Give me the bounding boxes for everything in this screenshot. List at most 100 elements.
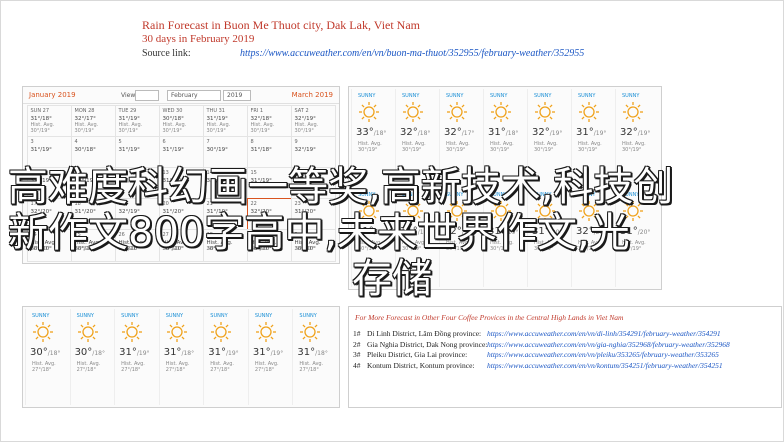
more-forecast-row: 4# Kontum District, Kontum province: https… <box>353 361 777 372</box>
source-line: Source link: https://www.accuweather.com/… <box>142 47 584 60</box>
source-label: Source link: <box>142 48 191 59</box>
overlay-line-2: 新作文800字高中,未来世界作文,光 <box>8 210 630 256</box>
forecast-hist-avg: Hist. Avg. 27°/18° <box>210 361 235 373</box>
forecast-high-temp: 31°/19° <box>208 347 239 358</box>
forecast-day[interactable]: SUNNY 31°/18° Hist. Avg. 27°/18° <box>292 309 337 405</box>
calendar-day-avg: Hist. Avg. 30°/19° <box>250 121 275 134</box>
year-select[interactable]: 2019 <box>223 90 251 101</box>
next-month-link[interactable]: March 2019 <box>292 91 333 99</box>
sunny-icon <box>255 322 276 342</box>
calendar-day-number: 6 <box>162 138 166 145</box>
forecast-high-temp: 31°/19° <box>252 347 284 358</box>
calendar-day-number: SAT 2 <box>294 107 309 114</box>
page-title: Rain Forecast in Buon Me Thuot city, Dak… <box>142 18 421 32</box>
forecast-hist-avg: Hist. Avg. 27°/18° <box>121 361 145 373</box>
forecast-day[interactable]: SUNNY 30°/18° Hist. Avg. 27°/18° <box>25 309 70 405</box>
forecast-low-temp: /19° <box>593 130 607 137</box>
row-number: 3# <box>353 350 361 359</box>
forecast-high-temp: 31°/19° <box>576 127 607 138</box>
sunny-icon <box>403 102 423 122</box>
calendar-day-cell[interactable]: THU 31 31°/19° Hist. Avg. 30°/19° <box>202 104 248 137</box>
forecast-low-temp: /18° <box>181 350 195 357</box>
calendar-day-cell[interactable]: SAT 2 32°/19° Hist. Avg. 30°/19° <box>290 104 336 137</box>
calendar-day-avg: Hist. Avg. 30°/19° <box>118 121 143 134</box>
calendar-day-number: 9 <box>294 138 298 145</box>
forecast-high-temp: 30°/18° <box>74 347 105 358</box>
more-forecast-row: 1# Di Linh District, Lâm Đồng province: ht… <box>353 329 777 340</box>
calendar-day-avg: Hist. Avg. 30°/19° <box>206 121 231 134</box>
calendar-day-number: 3 <box>30 138 34 145</box>
forecast-low-temp: /19° <box>270 350 284 357</box>
district-link[interactable]: https://www.accuweather.com/en/vn/di-lin… <box>487 329 721 340</box>
more-forecast-panel: For More Forecast in Other Four Coffee P… <box>348 306 782 408</box>
overlay-line-3: 存储 <box>352 256 432 302</box>
row-number: 2# <box>353 339 361 349</box>
forecast-hist-avg: Hist. Avg. 30°/19° <box>490 141 514 153</box>
sunny-icon <box>579 102 599 122</box>
forecast-high-temp: 31°/18° <box>488 127 519 138</box>
forecast-day[interactable]: SUNNY 31°/18° Hist. Avg. 27°/18° <box>158 309 204 405</box>
calendar-day-number: WED 30 <box>162 107 183 114</box>
forecast-hist-avg: Hist. Avg. 30°/19° <box>578 141 602 153</box>
forecast-hist-avg: Hist. Avg. 30°/19° <box>358 141 382 153</box>
forecast-day[interactable]: SUNNY 30°/18° Hist. Avg. 27°/18° <box>69 309 115 405</box>
forecast-high-temp: 31°/18° <box>297 347 328 358</box>
calendar-day-temp: 31°/19° <box>30 146 52 153</box>
month-select[interactable]: February <box>167 90 221 101</box>
district-link[interactable]: https://www.accuweather.com/en/vn/kontum… <box>487 361 723 372</box>
forecast-hist-avg: Hist. Avg. 30°/19° <box>534 141 558 153</box>
sunny-icon <box>77 322 98 342</box>
calendar-day-number: SUN 27 <box>30 107 50 114</box>
calendar-day-number: MON 28 <box>74 107 95 114</box>
sunny-icon <box>491 102 511 122</box>
forecast-condition: SUNNY <box>446 93 464 99</box>
more-forecast-row: 3# Pleiku District, Gia Lai province: http… <box>353 350 777 361</box>
forecast-day[interactable]: SUNNY 31°/19° Hist. Avg. 27°/18° <box>114 309 159 405</box>
forecast-high-temp: 30°/18° <box>30 347 61 358</box>
district-link[interactable]: https://www.accuweather.com/en/vn/pleiku… <box>487 350 719 361</box>
forecast-hist-avg: Hist. Avg. 30°/19° <box>402 141 426 153</box>
forecast-grid-2: SUNNY 30°/18° Hist. Avg. 27°/18° SUNNY 30°/1… <box>25 309 337 405</box>
forecast-high-temp: 32°/19° <box>620 127 651 138</box>
forecast-low-temp: /19° <box>136 350 150 357</box>
overlay-caption: 高难度科幻画一等奖,高新技术,科技创 新作文800字高中,未来世界作文,光 存储 <box>4 164 782 302</box>
forecast-hist-avg: Hist. Avg. 27°/18° <box>76 361 101 373</box>
calendar-day-cell[interactable]: WED 30 30°/18° Hist. Avg. 30°/19° <box>158 104 204 137</box>
district-name: Pleiku District, Gia Lai province: <box>367 350 468 359</box>
forecast-condition: SUNNY <box>32 313 50 319</box>
forecast-hist-avg: Hist. Avg. 27°/18° <box>165 361 190 373</box>
calendar-day-temp: 32°/19° <box>294 146 316 153</box>
calendar-day-number: TUE 29 <box>118 107 137 114</box>
calendar-day-avg: Hist. Avg. 30°/19° <box>74 121 99 134</box>
source-link[interactable]: https://www.accuweather.com/en/vn/buon-m… <box>240 48 584 59</box>
calendar-toolbar: January 2019 View February 2019 March 20… <box>23 87 339 104</box>
forecast-condition: SUNNY <box>490 93 508 99</box>
more-forecast-title: For More Forecast in Other Four Coffee P… <box>355 313 624 322</box>
forecast-low-temp: /18° <box>47 350 61 357</box>
calendar-day-cell[interactable]: SUN 27 31°/18° Hist. Avg. 30°/19° <box>26 104 72 137</box>
calendar-day-temp: 31°/18° <box>250 146 272 153</box>
forecast-high-temp: 31°/18° <box>163 347 195 358</box>
district-name: Gia Nghia District, Dak Nong province: <box>367 339 488 349</box>
forecast-high-temp: 33°/18° <box>356 127 387 138</box>
forecast-day[interactable]: SUNNY 31°/19° Hist. Avg. 27°/18° <box>203 309 248 405</box>
calendar-day-temp: 31°/19° <box>162 146 184 153</box>
forecast-hist-avg: Hist. Avg. 27°/18° <box>254 361 279 373</box>
district-name: Kontum District, Kontum province: <box>367 360 475 370</box>
sunny-icon <box>447 102 467 122</box>
forecast-low-temp: /18° <box>373 130 387 137</box>
calendar-day-cell[interactable]: MON 28 32°/17° Hist. Avg. 30°/19° <box>70 104 116 137</box>
forecast-day[interactable]: SUNNY 31°/19° Hist. Avg. 27°/18° <box>247 309 293 405</box>
calendar-day-cell[interactable]: FRI 1 32°/18° Hist. Avg. 30°/19° <box>246 104 292 137</box>
view-select[interactable] <box>135 90 159 101</box>
prev-month-link[interactable]: January 2019 <box>29 91 76 99</box>
forecast-condition: SUNNY <box>76 313 94 319</box>
forecast-condition: SUNNY <box>402 93 420 99</box>
district-link[interactable]: https://www.accuweather.com/en/vn/gia-ng… <box>487 340 730 351</box>
calendar-day-cell[interactable]: TUE 29 31°/19° Hist. Avg. 30°/19° <box>114 104 160 137</box>
sunny-icon <box>623 102 643 122</box>
district-name: Di Linh District, Lâm Đồng province: <box>367 329 482 338</box>
forecast-condition: SUNNY <box>121 313 139 319</box>
sunny-icon <box>359 102 379 122</box>
view-label: View <box>121 92 136 99</box>
